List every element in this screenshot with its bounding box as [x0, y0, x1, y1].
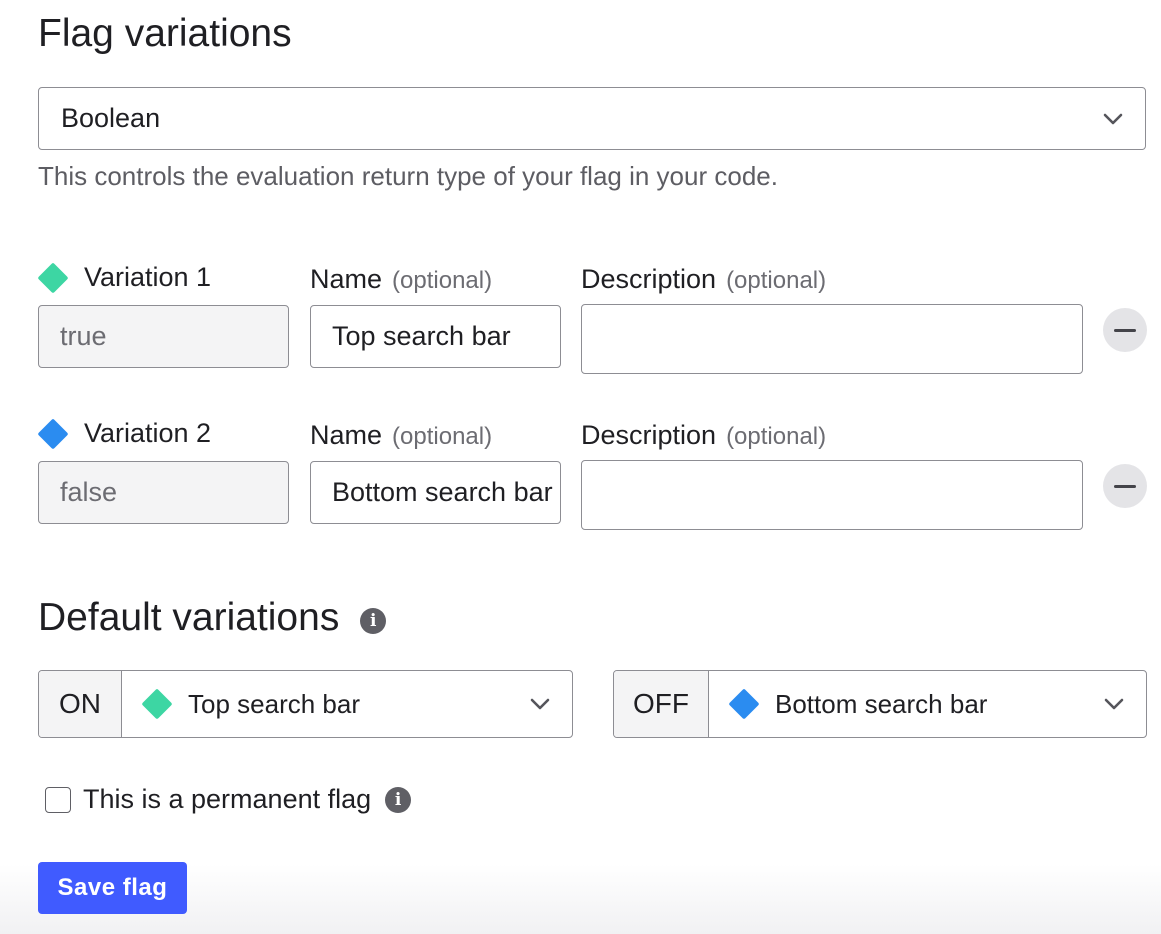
variation-1-name-input[interactable]: Top search bar [310, 305, 561, 368]
variation-2-title: Variation 2 [84, 418, 212, 448]
variation-1-description-label: Description (optional) [581, 264, 827, 294]
variation-2-name-label: Name (optional) [310, 420, 493, 450]
variation-type-helper: This controls the evaluation return type… [38, 161, 778, 191]
on-tag: ON [39, 671, 122, 737]
chevron-down-icon [1104, 698, 1124, 710]
save-flag-button[interactable]: Save flag [38, 862, 187, 914]
variation-1-diamond-icon [37, 261, 69, 294]
minus-icon [1114, 484, 1136, 488]
default-off-variation-select[interactable]: OFF Bottom search bar [613, 670, 1147, 738]
info-icon[interactable]: i [360, 608, 387, 634]
remove-variation-1-button[interactable] [1103, 308, 1147, 352]
variation-2-diamond-icon [728, 688, 760, 720]
chevron-down-icon [530, 698, 550, 710]
variation-type-select[interactable]: Boolean [38, 87, 1146, 150]
variation-2-description-label: Description (optional) [581, 420, 827, 450]
default-off-value: Bottom search bar [775, 688, 988, 719]
default-variations-heading: Default variations i [38, 596, 387, 640]
variation-1-value-field[interactable]: true [38, 305, 289, 368]
variation-1-name-label: Name (optional) [310, 264, 493, 294]
variation-2-diamond-icon [37, 417, 69, 450]
permanent-flag-label[interactable]: This is a permanent flag [83, 784, 371, 815]
variation-1-description-input[interactable] [581, 304, 1083, 374]
variation-1-label: Variation 1 [37, 261, 212, 294]
variation-2-description-input[interactable] [581, 460, 1083, 530]
off-tag: OFF [614, 671, 709, 737]
variation-2-value-field[interactable]: false [38, 461, 289, 524]
page-title: Flag variations [38, 12, 292, 55]
variation-2-name-input[interactable]: Bottom search bar [310, 461, 561, 524]
remove-variation-2-button[interactable] [1103, 464, 1147, 508]
variation-type-value: Boolean [61, 103, 161, 133]
default-on-value: Top search bar [188, 688, 360, 719]
minus-icon [1114, 328, 1136, 332]
variation-2-label: Variation 2 [37, 417, 212, 450]
chevron-down-icon [1103, 113, 1123, 125]
variation-1-title: Variation 1 [84, 262, 212, 292]
permanent-flag-row: This is a permanent flag i [45, 784, 412, 815]
info-icon[interactable]: i [385, 786, 412, 813]
variation-1-diamond-icon [141, 688, 173, 720]
default-on-variation-select[interactable]: ON Top search bar [38, 670, 573, 738]
permanent-flag-checkbox[interactable] [45, 786, 71, 813]
